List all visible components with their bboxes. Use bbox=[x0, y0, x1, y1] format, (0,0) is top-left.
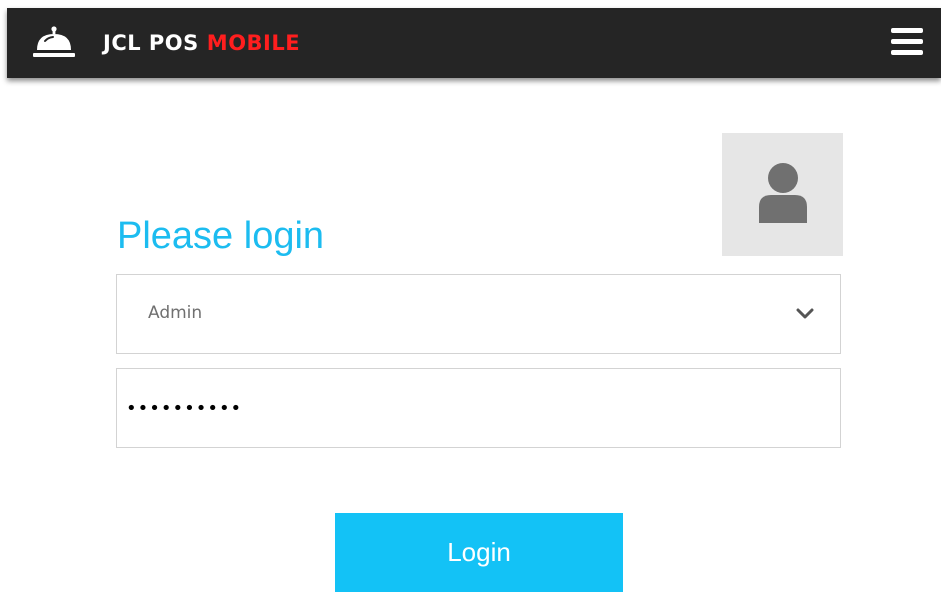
hamburger-menu-icon[interactable] bbox=[891, 28, 923, 56]
password-field-wrapper bbox=[116, 368, 841, 448]
brand-accent: MOBILE bbox=[206, 31, 301, 55]
top-navbar: JCL POS MOBILE bbox=[7, 8, 941, 78]
user-select[interactable]: Admin bbox=[116, 274, 841, 354]
service-bell-icon bbox=[33, 26, 75, 57]
user-avatar-icon bbox=[759, 163, 807, 223]
avatar bbox=[722, 133, 843, 256]
page-title: Please login bbox=[117, 215, 325, 257]
login-button[interactable]: Login bbox=[335, 513, 623, 592]
brand-logo: JCL POS MOBILE bbox=[103, 31, 300, 55]
user-select-value: Admin bbox=[148, 303, 203, 323]
password-field[interactable] bbox=[117, 369, 840, 447]
brand-name: JCL POS bbox=[103, 31, 199, 55]
chevron-down-icon bbox=[796, 308, 814, 319]
